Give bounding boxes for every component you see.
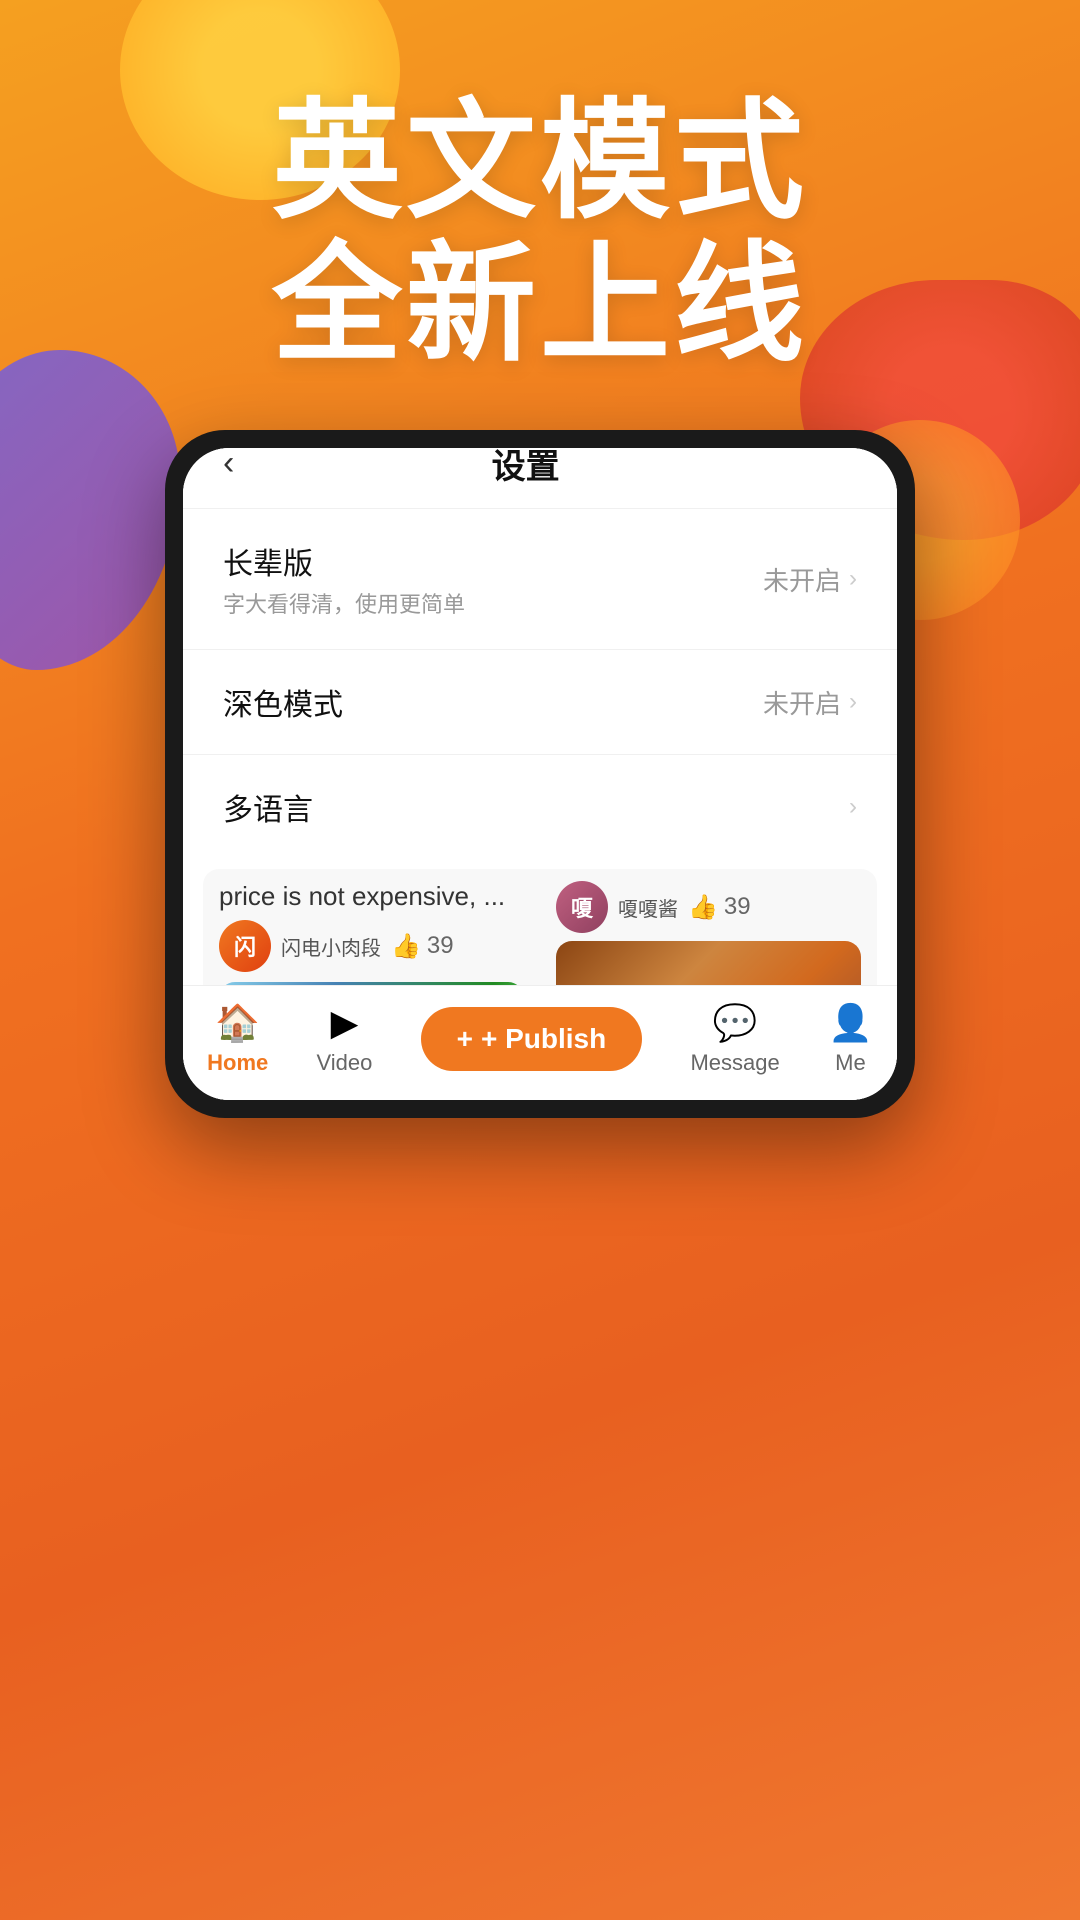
thumb-up-icon: 👍	[391, 932, 421, 961]
right-like: 👍 39	[688, 893, 751, 922]
settings-row-language-right: ›	[849, 793, 857, 821]
chevron-right-language-icon: ›	[849, 793, 857, 821]
settings-title: 设置	[234, 448, 817, 488]
left-like-count: 39	[427, 932, 454, 960]
hero-section: 英文模式 全新上线	[0, 90, 1080, 376]
settings-row-language-left: 多语言	[223, 785, 313, 829]
settings-row-language[interactable]: 多语言 ›	[183, 755, 897, 859]
video-icon: ▶	[331, 1002, 359, 1044]
bottom-nav: 🏠 Home ▶ Video + + Publish 💬 Message	[183, 985, 897, 1100]
right-username: 嗄嗄酱	[618, 893, 678, 922]
elder-mode-subtitle: 字大看得清，使用更简单	[223, 587, 465, 619]
nav-home[interactable]: 🏠 Home	[207, 1002, 268, 1076]
chevron-right-elder-icon: ›	[849, 565, 857, 593]
settings-row-elder-right: 未开启 ›	[763, 561, 857, 598]
right-avatar: 嗄	[556, 881, 608, 933]
phone-screen: ▼ ◢ ▮ 12:30 Shanghai ∨ ⊞ Spring train t.…	[183, 448, 897, 1100]
nav-me-label: Me	[835, 1050, 866, 1076]
nav-message[interactable]: 💬 Message	[690, 1002, 779, 1076]
hero-line2: 全新上线	[0, 233, 1080, 376]
elder-mode-status: 未开启	[763, 561, 841, 598]
preview-left-text: price is not expensive, ...	[219, 881, 524, 912]
hero-line1: 英文模式	[0, 90, 1080, 233]
settings-header: ‹ 设置	[183, 448, 897, 509]
nav-home-label: Home	[207, 1050, 268, 1076]
settings-row-dark-left: 深色模式	[223, 680, 343, 724]
chevron-right-dark-icon: ›	[849, 688, 857, 716]
right-like-count: 39	[724, 893, 751, 921]
dark-mode-status: 未开启	[763, 684, 841, 721]
right-thumb-up-icon: 👍	[688, 893, 718, 922]
home-icon: 🏠	[215, 1002, 260, 1044]
nav-me[interactable]: 👤 Me	[828, 1002, 873, 1076]
settings-row-dark[interactable]: 深色模式 未开启 ›	[183, 650, 897, 755]
plus-icon: +	[457, 1023, 473, 1055]
settings-row-dark-right: 未开启 ›	[763, 684, 857, 721]
message-icon: 💬	[713, 1002, 758, 1044]
phone-frame: ▼ ◢ ▮ 12:30 Shanghai ∨ ⊞ Spring train t.…	[165, 430, 915, 1118]
dark-mode-title: 深色模式	[223, 680, 343, 724]
left-avatar: 闪	[219, 920, 271, 972]
phone-mockup: ▼ ◢ ▮ 12:30 Shanghai ∨ ⊞ Spring train t.…	[165, 430, 915, 1118]
preview-right-user: 嗄 嗄嗄酱 👍 39	[556, 881, 861, 933]
settings-panel: ‹ 设置 长辈版 字大看得清，使用更简单 未开启 ›	[183, 448, 897, 1100]
settings-back-button[interactable]: ‹	[223, 448, 234, 483]
left-like: 👍 39	[391, 932, 454, 961]
settings-row-elder-left: 长辈版 字大看得清，使用更简单	[223, 539, 465, 619]
publish-label: + Publish	[481, 1023, 606, 1055]
publish-button[interactable]: + + Publish	[421, 1007, 643, 1071]
language-title: 多语言	[223, 785, 313, 829]
me-icon: 👤	[828, 1002, 873, 1044]
elder-mode-title: 长辈版	[223, 539, 465, 583]
nav-message-label: Message	[690, 1050, 779, 1076]
nav-video[interactable]: ▶ Video	[317, 1002, 373, 1076]
settings-row-elder[interactable]: 长辈版 字大看得清，使用更简单 未开启 ›	[183, 509, 897, 650]
preview-left-user: 闪 闪电小肉段 👍 39	[219, 920, 524, 972]
left-username: 闪电小肉段	[281, 932, 381, 961]
nav-video-label: Video	[317, 1050, 373, 1076]
